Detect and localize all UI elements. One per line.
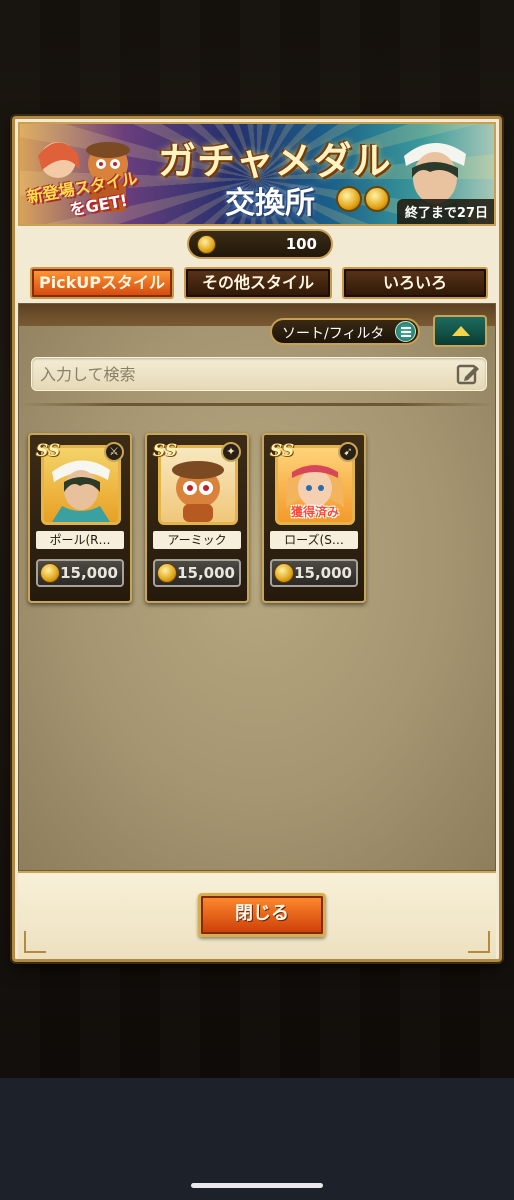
cost-badge: 15,000 xyxy=(36,559,124,587)
corner-ornament xyxy=(24,931,46,953)
search-input[interactable] xyxy=(40,362,440,386)
rank-badge: SS xyxy=(153,441,178,461)
divider xyxy=(19,403,495,406)
style-item-card[interactable]: SS ⚔ ポール(R… 15,000 xyxy=(28,433,132,603)
cost-badge: 15,000 xyxy=(153,559,241,587)
style-item-card[interactable]: SS ➹ 獲得済み ローズ(S… 15,000 xyxy=(262,433,366,603)
triangle-up-icon xyxy=(452,326,470,336)
style-item-card[interactable]: SS ✦ アーミック 15,000 xyxy=(145,433,249,603)
character-name: ローズ(S… xyxy=(270,531,358,549)
sword-icon: ⚔ xyxy=(104,442,124,462)
tab-pickup-style[interactable]: PickUPスタイル xyxy=(30,267,174,299)
character-name: アーミック xyxy=(153,531,241,549)
cost-value: 15,000 xyxy=(294,564,352,582)
owned-label: 獲得済み xyxy=(290,505,339,519)
deadline-badge: 終了まで27日 xyxy=(396,199,494,224)
item-list-panel: ソート/フィルタ SS ⚔ xyxy=(18,303,496,871)
axe-icon: ✦ xyxy=(221,442,241,462)
medal-icon xyxy=(336,186,390,212)
tab-misc[interactable]: いろいろ xyxy=(342,267,488,299)
close-button[interactable]: 閉じる xyxy=(198,893,326,937)
system-bottom-bar xyxy=(0,1078,514,1200)
collapse-toggle-button[interactable] xyxy=(433,315,487,347)
list-icon xyxy=(395,321,416,342)
cost-value: 15,000 xyxy=(177,564,235,582)
medal-coin-icon xyxy=(274,563,294,583)
character-name: ポール(R… xyxy=(36,531,124,549)
tab-other-style[interactable]: その他スタイル xyxy=(184,267,332,299)
medal-balance-value: 100 xyxy=(285,235,317,253)
medal-coin-icon xyxy=(157,563,177,583)
modal-footer: 閉じる xyxy=(18,871,496,959)
banner-title: ガチャメダル xyxy=(158,138,392,183)
medal-coin-icon xyxy=(197,235,216,254)
sort-filter-label: ソート/フィルタ xyxy=(282,326,385,342)
edit-icon[interactable] xyxy=(456,362,480,386)
event-banner: 新登場スタイル をGET! ガチャメダル 交換所 終了まで27日 xyxy=(18,122,496,226)
home-indicator[interactable] xyxy=(191,1183,323,1188)
banner-subtitle: 交換所 xyxy=(225,186,315,221)
search-bar[interactable] xyxy=(31,357,487,391)
medal-coin-icon xyxy=(40,563,60,583)
medal-balance: 100 xyxy=(187,229,333,259)
corner-ornament xyxy=(468,931,490,953)
panel-header-strip xyxy=(19,304,495,326)
medal-exchange-modal: 新登場スタイル をGET! ガチャメダル 交換所 終了まで27日 100 Pic… xyxy=(12,116,502,962)
sort-filter-button[interactable]: ソート/フィルタ xyxy=(270,318,420,345)
rank-badge: SS xyxy=(270,441,295,461)
cost-value: 15,000 xyxy=(60,564,118,582)
gun-icon: ➹ xyxy=(338,442,358,462)
rank-badge: SS xyxy=(36,441,61,461)
cost-badge: 15,000 xyxy=(270,559,358,587)
